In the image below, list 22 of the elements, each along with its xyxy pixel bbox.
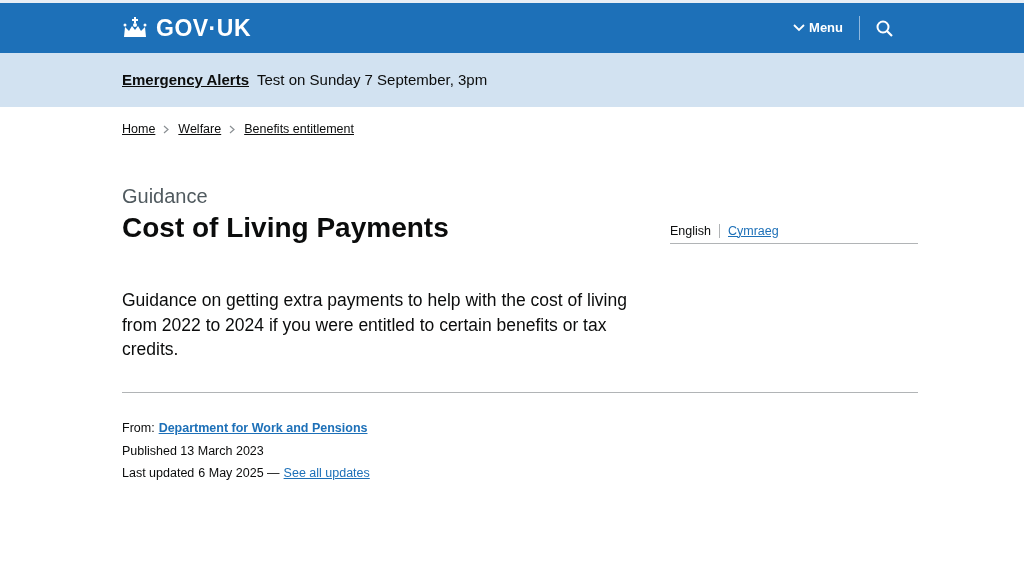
crown-icon	[122, 17, 148, 39]
alert-text: Test on Sunday 7 September, 3pm	[257, 69, 488, 90]
breadcrumb-link[interactable]: Welfare	[178, 120, 222, 139]
page-caption: Guidance	[122, 183, 209, 209]
home-logo-link[interactable]: GOV·UK	[122, 10, 251, 46]
updated-date: 6 May 2025 —	[198, 465, 280, 483]
breadcrumb-link[interactable]: Home	[122, 120, 156, 139]
breadcrumb-link[interactable]: Benefits entitlement	[244, 120, 354, 139]
menu-button[interactable]: Menu	[793, 18, 843, 38]
published-date: Published 13 March 2023	[122, 442, 265, 460]
language-link[interactable]: Cymraeg	[728, 221, 779, 241]
updates-link[interactable]: See all updates	[283, 464, 370, 484]
chevron-icon	[163, 124, 171, 134]
summary-text: Guidance on getting extra payments to help with the cost of living from 2022 to 2024 if you were entitled to certain benefits or tax credits.	[122, 289, 627, 362]
from-label: From:	[122, 419, 155, 437]
page-title: Cost of Living Payments	[122, 210, 449, 245]
chevron-down-icon	[793, 24, 806, 32]
current-language: English	[670, 222, 711, 240]
alert-link[interactable]: Emergency Alerts	[122, 68, 249, 92]
updated-label: Last updated	[122, 465, 195, 483]
chevron-icon	[229, 124, 237, 134]
organisation-link[interactable]: Department for Work and Pensions	[158, 418, 368, 438]
